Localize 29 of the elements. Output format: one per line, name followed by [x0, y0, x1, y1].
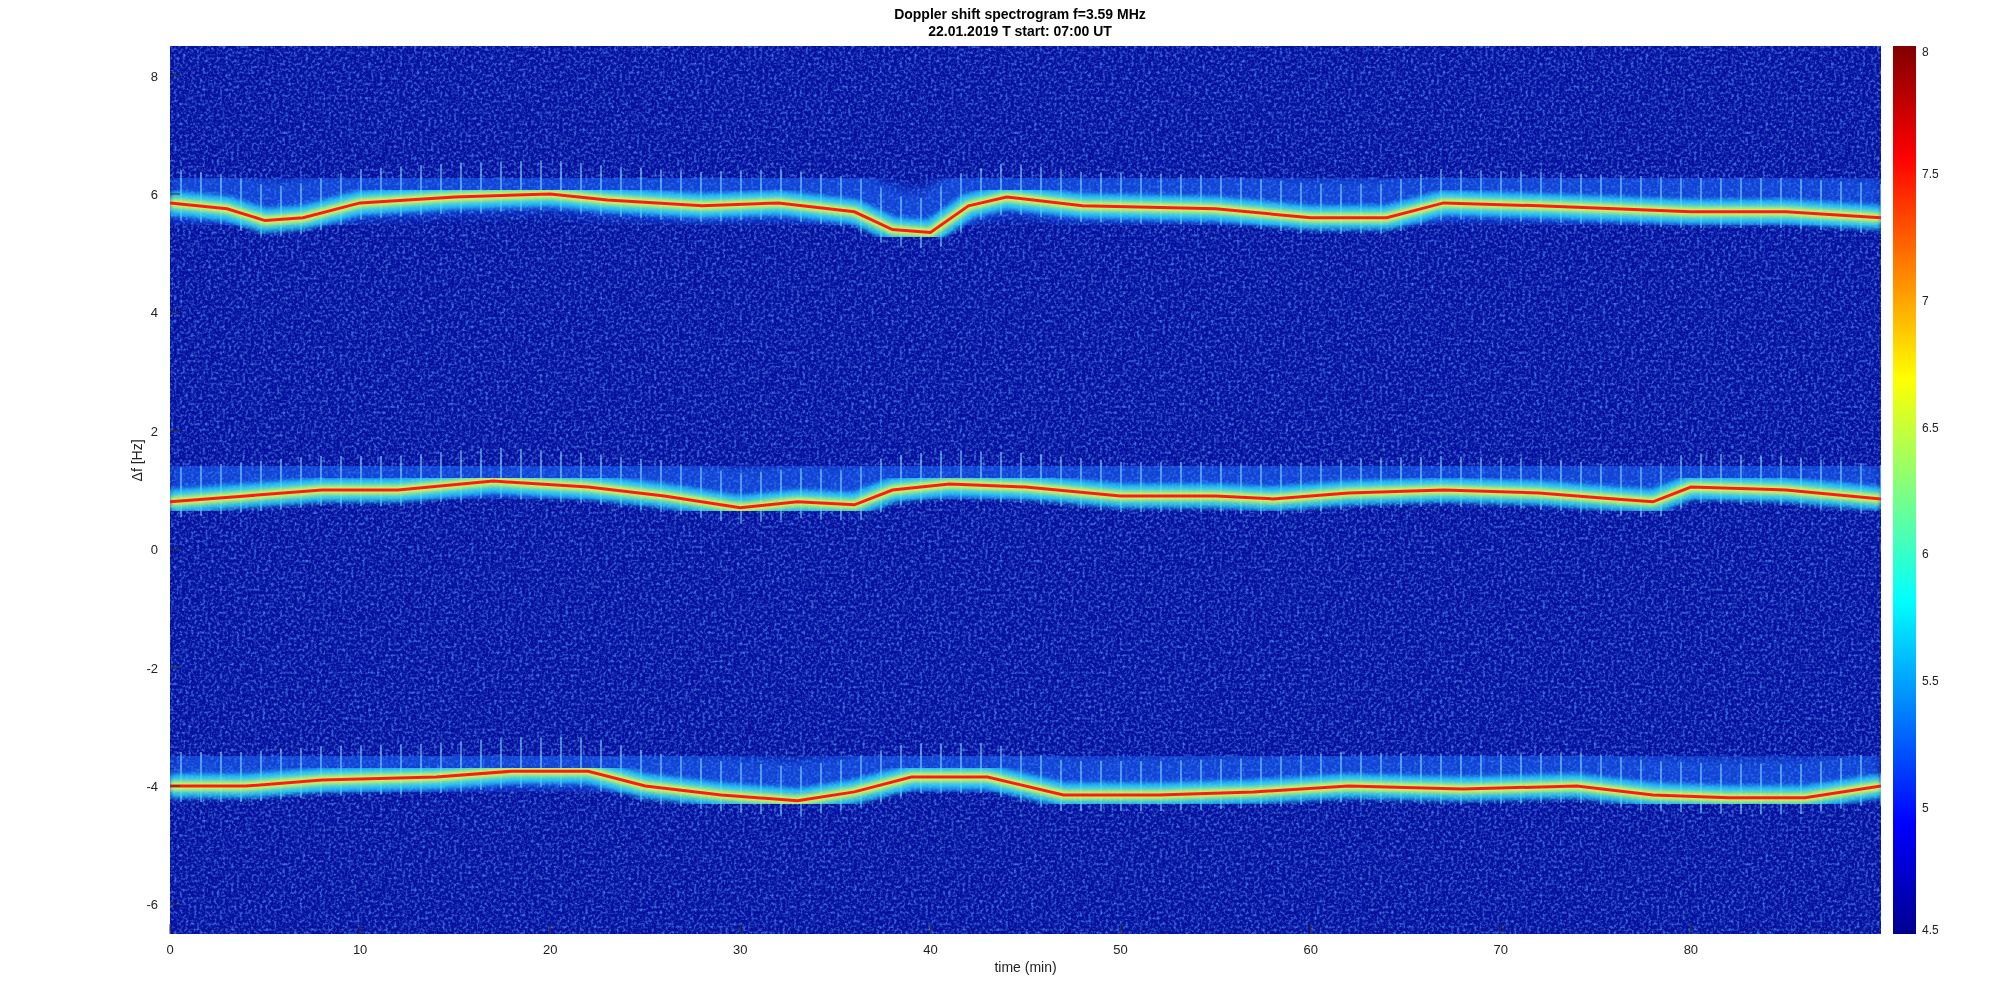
axis-tick-label: -6 — [146, 897, 158, 913]
axis-tick-label: 6 — [150, 187, 158, 202]
axis-tick-label: 60 — [1303, 942, 1318, 957]
axis-tick-label: 10 — [352, 942, 368, 957]
axis-tick-label: 70 — [1493, 942, 1508, 957]
axis-tick-label: 8 — [150, 68, 158, 84]
colorbar-tick-label: 8 — [1922, 46, 1929, 59]
chart-title: Doppler shift spectrogram f=3.59 MHz — [894, 6, 1146, 23]
axis-tick-label: 0 — [166, 942, 174, 957]
colorbar-tick-label: 5 — [1922, 801, 1929, 816]
axis-tick-label: 80 — [1683, 942, 1699, 957]
axis-tick-label: 4 — [150, 305, 158, 321]
axis-tick-label: 2 — [150, 423, 158, 439]
colorbar-tick-label: 4.5 — [1922, 923, 1939, 937]
colorbar-tick-label: 6 — [1922, 547, 1929, 562]
axis-tick-label: 0 — [150, 542, 158, 558]
axis-tick-label: 20 — [543, 942, 558, 957]
colorbar-tick-label: 7 — [1922, 293, 1929, 308]
axis-tick-label: 50 — [1113, 942, 1128, 957]
chart-title: 22.01.2019 T start: 07:00 UT — [928, 23, 1112, 40]
colorbar-tick-label: 6.5 — [1922, 420, 1939, 435]
axis-tick-label: -4 — [146, 779, 158, 794]
axis-label: Δf [Hz] — [129, 439, 145, 482]
axis-tick-label: 30 — [733, 942, 748, 957]
axis-tick-label: 40 — [923, 942, 938, 957]
colorbar-tick-label: 5.5 — [1922, 674, 1939, 689]
colorbar-tick-label: 7.5 — [1922, 166, 1939, 181]
axis-label: time (min) — [994, 959, 1057, 975]
axis-tick-label: -2 — [146, 660, 158, 676]
